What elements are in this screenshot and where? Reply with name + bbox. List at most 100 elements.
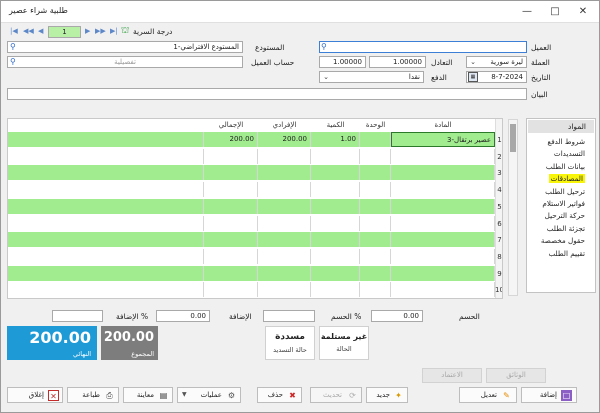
- side-panel-item[interactable]: المصادقات: [548, 174, 585, 184]
- cell-quantity[interactable]: [311, 282, 360, 298]
- cell-empty[interactable]: [8, 215, 204, 231]
- scrollbar-thumb[interactable]: [510, 124, 516, 152]
- discount-input[interactable]: 0.00: [371, 310, 423, 322]
- cell-unit[interactable]: [360, 248, 391, 264]
- cell-total[interactable]: [204, 165, 258, 181]
- column-header-total[interactable]: الإجمالي: [204, 119, 258, 132]
- cell-quantity[interactable]: [311, 198, 360, 214]
- cell-empty[interactable]: [8, 265, 204, 281]
- cell-item[interactable]: [391, 165, 495, 181]
- cell-total[interactable]: [204, 215, 258, 231]
- table-row[interactable]: 4: [8, 182, 502, 198]
- cell-item[interactable]: [391, 198, 495, 214]
- side-panel-item[interactable]: تجزئة الطلب: [547, 224, 585, 233]
- cell-item[interactable]: [391, 282, 495, 298]
- documents-button[interactable]: الوثائق: [486, 368, 546, 383]
- cell-unit[interactable]: [360, 198, 391, 214]
- cell-price[interactable]: [258, 232, 311, 248]
- operations-button[interactable]: ⚙ عمليات ▼: [177, 387, 241, 403]
- approve-button[interactable]: الاعتماد: [422, 368, 482, 383]
- record-number-field[interactable]: 1: [48, 26, 81, 38]
- chevron-down-icon[interactable]: ⌄: [321, 72, 331, 82]
- cell-price[interactable]: 200.00: [258, 132, 311, 147]
- cell-empty[interactable]: [8, 248, 204, 264]
- next-record-icon[interactable]: ▶: [85, 27, 90, 35]
- cell-unit[interactable]: [360, 132, 391, 147]
- cell-unit[interactable]: [360, 232, 391, 248]
- payment-select[interactable]: نقدا: [319, 71, 424, 83]
- cell-price[interactable]: [258, 248, 311, 264]
- cell-quantity[interactable]: 1.00: [311, 132, 360, 147]
- side-panel-header[interactable]: المواد: [528, 120, 594, 133]
- cell-item[interactable]: [391, 182, 495, 198]
- rate-input-2[interactable]: 1.00000: [319, 56, 366, 68]
- table-row[interactable]: 10: [8, 282, 502, 298]
- cell-quantity[interactable]: [311, 165, 360, 181]
- grid-scrollbar[interactable]: [508, 119, 518, 296]
- addition-input[interactable]: 0.00: [156, 310, 210, 322]
- discount-pct-input[interactable]: [263, 310, 315, 322]
- table-row[interactable]: 3-عصير برتقال 1.00 200.00 200.00 1: [8, 132, 502, 148]
- cell-price[interactable]: [258, 265, 311, 281]
- cell-item[interactable]: [391, 148, 495, 164]
- column-header-unit[interactable]: الوحدة: [360, 119, 391, 132]
- table-row[interactable]: 2: [8, 148, 502, 165]
- add-button[interactable]: □ إضافة: [521, 387, 577, 403]
- cell-unit[interactable]: [360, 182, 391, 198]
- table-row[interactable]: 5: [8, 198, 502, 215]
- last-record-icon[interactable]: ▶|: [110, 27, 118, 35]
- cell-total[interactable]: [204, 232, 258, 248]
- new-button[interactable]: ✦ جديد: [366, 387, 408, 403]
- statement-input[interactable]: [7, 88, 527, 100]
- cell-quantity[interactable]: [311, 182, 360, 198]
- cell-item[interactable]: [391, 248, 495, 264]
- cell-empty[interactable]: [8, 132, 204, 147]
- search-icon[interactable]: ⚲: [321, 42, 330, 51]
- search-icon[interactable]: ⚲: [10, 42, 19, 51]
- cell-unit[interactable]: [360, 148, 391, 164]
- cell-quantity[interactable]: [311, 248, 360, 264]
- column-header-price[interactable]: الإفرادي: [258, 119, 311, 132]
- table-row[interactable]: 3: [8, 165, 502, 181]
- cell-total[interactable]: [204, 265, 258, 281]
- cell-quantity[interactable]: [311, 215, 360, 231]
- cell-empty[interactable]: [8, 148, 204, 164]
- addition-pct-input[interactable]: [52, 310, 103, 322]
- cell-unit[interactable]: [360, 265, 391, 281]
- side-panel-item[interactable]: بيانات الطلب: [546, 162, 585, 171]
- delete-button[interactable]: ✖ حذف: [257, 387, 302, 403]
- cell-price[interactable]: [258, 165, 311, 181]
- cell-quantity[interactable]: [311, 232, 360, 248]
- table-row[interactable]: 6: [8, 215, 502, 232]
- side-panel-item[interactable]: ترحيل الطلب: [545, 187, 585, 196]
- table-row[interactable]: 9: [8, 265, 502, 282]
- cell-item[interactable]: [391, 265, 495, 281]
- cell-item[interactable]: [391, 215, 495, 231]
- side-panel-item[interactable]: شروط الدفع: [547, 137, 585, 146]
- customer-input[interactable]: [319, 41, 527, 53]
- update-button[interactable]: ⟳ تحديث: [310, 387, 362, 403]
- close-window-button[interactable]: ✕: [570, 3, 596, 20]
- cell-total[interactable]: 200.00: [204, 132, 258, 147]
- prev-record-icon[interactable]: ◀: [38, 27, 43, 35]
- side-panel-item[interactable]: التسديدات: [554, 149, 585, 158]
- close-button[interactable]: ✕ إغلاق: [7, 387, 63, 403]
- cell-price[interactable]: [258, 282, 311, 298]
- calendar-icon[interactable]: ▦: [468, 72, 478, 82]
- next-page-icon[interactable]: ▶▶: [95, 27, 106, 35]
- cell-total[interactable]: [204, 248, 258, 264]
- cell-item[interactable]: 3-عصير برتقال: [391, 132, 495, 147]
- cell-price[interactable]: [258, 182, 311, 198]
- customer-account-input[interactable]: تفصيلية: [7, 56, 243, 68]
- column-header-item[interactable]: المادة: [391, 119, 495, 132]
- cell-empty[interactable]: [8, 232, 204, 248]
- preview-button[interactable]: ▤ معاينة: [123, 387, 173, 403]
- prev-page-icon[interactable]: ◀◀: [23, 27, 34, 35]
- table-row[interactable]: 8: [8, 248, 502, 265]
- cell-item[interactable]: [391, 232, 495, 248]
- minimize-button[interactable]: —: [514, 3, 540, 20]
- cell-unit[interactable]: [360, 165, 391, 181]
- cell-quantity[interactable]: [311, 148, 360, 164]
- maximize-button[interactable]: □: [542, 3, 568, 20]
- cell-total[interactable]: [204, 148, 258, 164]
